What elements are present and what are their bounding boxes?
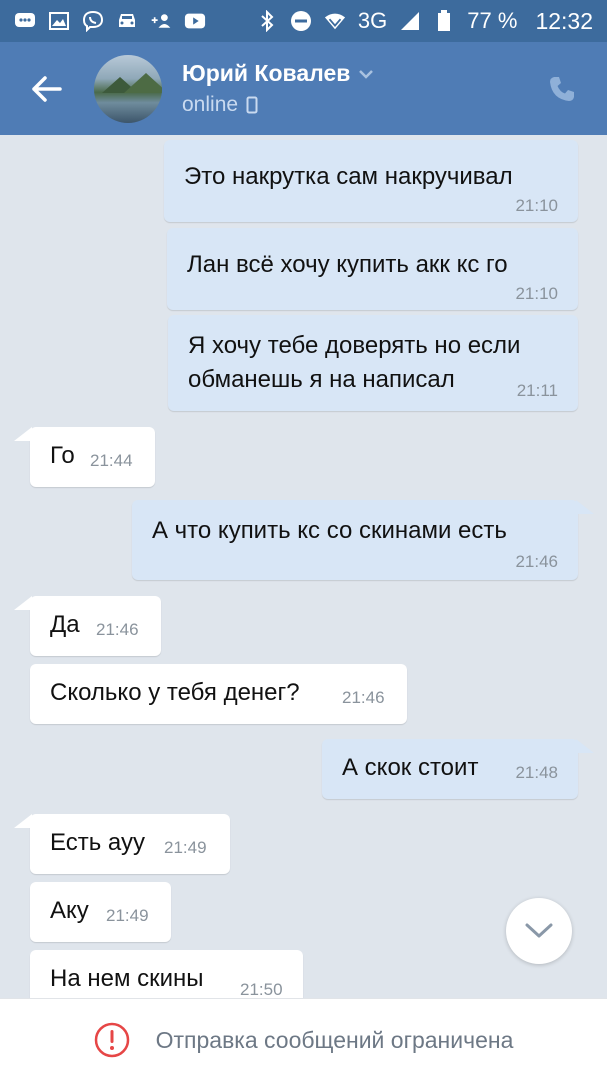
message-time: 21:49: [106, 906, 149, 925]
message-bubble[interactable]: Сколько у тебя денег? 21:46: [30, 664, 407, 724]
chat-header: Юрий Ковалев online: [0, 42, 607, 135]
message-text: Сколько у тебя денег?: [50, 679, 300, 706]
message-time: 21:10: [515, 284, 558, 303]
message-time: 21:46: [96, 620, 139, 639]
message-time: 21:46: [515, 552, 558, 571]
message-text: Лан всё хочу купить акк кс го: [187, 251, 508, 278]
do-not-disturb-icon: [290, 11, 312, 31]
message-bubble[interactable]: Да 21:46: [14, 596, 161, 656]
restriction-text: Отправка сообщений ограничена: [155, 1026, 514, 1053]
message-text: А что купить кс со скинами есть: [152, 517, 507, 544]
scroll-down-button[interactable]: [506, 898, 572, 964]
message-text: А скок стоит: [342, 754, 479, 781]
message-bubble[interactable]: Го 21:44: [14, 427, 155, 487]
message-bubble[interactable]: А скок стоит 21:48: [322, 739, 594, 799]
status-bar: 3G 77 % 12:32: [0, 0, 607, 42]
battery-icon: [433, 10, 455, 31]
message-list[interactable]: Это накрутка сам накручивал 21:10 Лан вс…: [0, 135, 607, 998]
message-bubble[interactable]: Аку 21:49: [30, 882, 171, 942]
message-text: На нем скины: [50, 965, 204, 992]
message-text: Го: [50, 442, 75, 469]
alert-icon: [94, 1022, 129, 1058]
message-text: Это накрутка сам накручивал: [184, 163, 513, 190]
mobile-icon: [246, 96, 258, 114]
chevron-down-icon: [359, 69, 374, 79]
network-type: 3G: [357, 8, 388, 33]
message-time: 21:44: [90, 451, 133, 470]
car-icon: [116, 11, 138, 31]
message-text: Я хочу тебе доверять но если обманешь я …: [188, 332, 521, 393]
message-bubble[interactable]: Я хочу тебе доверять но если обманешь я …: [168, 315, 578, 411]
add-friend-icon: [150, 11, 172, 31]
message-bubble[interactable]: На нем скины 21:50: [30, 950, 303, 998]
avatar[interactable]: [94, 54, 162, 123]
message-text: Есть ауу: [50, 829, 145, 856]
message-bubble[interactable]: Есть ауу 21:49: [14, 814, 230, 874]
call-button[interactable]: [539, 66, 585, 112]
wifi-icon: [324, 11, 346, 31]
contact-info[interactable]: Юрий Ковалев online: [182, 60, 374, 117]
back-button[interactable]: [20, 62, 74, 116]
signal-icon: [399, 11, 421, 31]
viber-icon: [82, 10, 104, 32]
message-bubble[interactable]: А что купить кс со скинами есть 21:46: [132, 500, 594, 580]
contact-name: Юрий Ковалев: [182, 60, 351, 86]
phone-icon: [550, 77, 574, 101]
message-bubble[interactable]: Это накрутка сам накручивал 21:10: [164, 140, 578, 222]
bluetooth-icon: [256, 10, 278, 32]
message-text: Аку: [50, 897, 89, 924]
contact-status: online: [182, 93, 239, 116]
message-time: 21:50: [240, 980, 283, 998]
chat-notification-icon: [14, 11, 36, 31]
clock: 12:32: [535, 7, 593, 34]
message-time: 21:46: [342, 688, 385, 707]
image-notification-icon: [48, 11, 70, 31]
message-time: 21:48: [515, 763, 558, 782]
restriction-bar: Отправка сообщений ограничена: [0, 998, 607, 1080]
message-bubble[interactable]: Лан всё хочу купить акк кс го 21:10: [167, 228, 578, 310]
youtube-icon: [184, 11, 206, 31]
message-time: 21:11: [516, 381, 558, 400]
message-text: Да: [50, 611, 80, 638]
arrow-left-icon: [32, 75, 62, 102]
battery-level: 77 %: [467, 8, 518, 33]
chevron-down-icon: [525, 923, 553, 938]
message-time: 21:49: [164, 838, 207, 857]
message-time: 21:10: [515, 196, 558, 215]
